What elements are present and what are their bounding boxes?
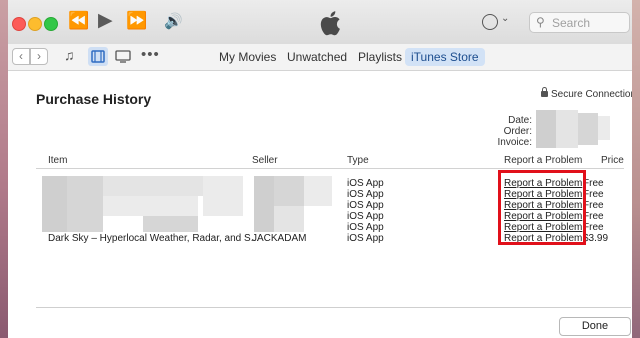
redacted-receipt-details xyxy=(536,110,556,148)
row-type: iOS App xyxy=(347,233,384,244)
search-placeholder: Search xyxy=(552,16,591,30)
row-seller-name: JACKADAM xyxy=(252,233,307,244)
volume-icon[interactable]: 🔊 xyxy=(164,12,183,30)
row-type: iOS App xyxy=(347,222,384,233)
desktop-background-right xyxy=(632,0,640,338)
fast-forward-icon[interactable]: ⏩ xyxy=(126,11,147,31)
row-price: Free xyxy=(583,189,604,200)
back-button[interactable]: ‹ xyxy=(12,48,30,65)
column-header-price: Price xyxy=(601,155,624,166)
redacted-item-names xyxy=(103,176,143,196)
redacted-receipt-details xyxy=(578,113,598,145)
music-icon[interactable]: ♫ xyxy=(64,47,75,63)
row-item-name[interactable]: Dark Sky – Hyperlocal Weather, Radar, an… xyxy=(48,233,259,244)
tab-unwatched[interactable]: Unwatched xyxy=(287,48,347,66)
column-header-seller: Seller xyxy=(252,155,278,166)
search-icon: ⚲ xyxy=(536,15,545,29)
row-price: $3.99 xyxy=(583,233,609,244)
column-header-type: Type xyxy=(347,155,369,166)
row-type: iOS App xyxy=(347,211,384,222)
redacted-seller-names xyxy=(304,176,332,206)
row-type: iOS App xyxy=(347,200,384,211)
forward-button[interactable]: › xyxy=(30,48,48,65)
row-type: iOS App xyxy=(347,178,384,189)
nav-bar: ‹ › ♫ ••• My Movies Unwatched Playlists … xyxy=(8,44,632,71)
header-divider xyxy=(36,168,624,169)
minimize-button[interactable] xyxy=(28,17,42,31)
date-label: Date: xyxy=(508,115,532,126)
row-price: Free xyxy=(583,178,604,189)
highlight-box xyxy=(498,170,586,245)
redacted-item-names xyxy=(143,176,203,196)
tab-playlists[interactable]: Playlists xyxy=(358,48,402,66)
account-icon[interactable] xyxy=(482,14,498,30)
tv-icon[interactable] xyxy=(115,50,131,63)
search-field[interactable]: ⚲ Search xyxy=(529,12,630,33)
redacted-item-names xyxy=(103,196,198,216)
row-price: Free xyxy=(583,211,604,222)
more-icon[interactable]: ••• xyxy=(141,46,160,63)
redacted-item-names xyxy=(67,176,103,232)
column-header-item: Item xyxy=(48,155,68,166)
redacted-receipt-details xyxy=(556,110,578,148)
play-icon[interactable]: ▶ xyxy=(98,9,113,32)
lock-icon xyxy=(541,87,548,97)
title-bar: ⏪ ▶ ⏩ 🔊 ⌄ ⚲ Search xyxy=(8,0,632,45)
redacted-item-names xyxy=(42,176,67,232)
redacted-item-names xyxy=(143,216,198,232)
redacted-receipt-details xyxy=(598,116,610,140)
done-button[interactable]: Done xyxy=(559,317,631,336)
itunes-window: ⏪ ▶ ⏩ 🔊 ⌄ ⚲ Search ‹ › ♫ ••• My Movies U xyxy=(8,0,632,338)
column-header-report: Report a Problem xyxy=(504,155,583,166)
chevron-down-icon[interactable]: ⌄ xyxy=(501,13,509,24)
row-price: Free xyxy=(583,200,604,211)
footer-divider xyxy=(36,307,631,308)
redacted-item-names xyxy=(203,176,243,216)
tab-my-movies[interactable]: My Movies xyxy=(219,48,276,66)
invoice-label: Invoice: xyxy=(497,137,532,148)
movies-icon xyxy=(91,50,105,63)
row-type: iOS App xyxy=(347,189,384,200)
tab-itunes-store[interactable]: iTunes Store xyxy=(405,48,485,66)
redacted-seller-names xyxy=(274,176,304,206)
zoom-button[interactable] xyxy=(44,17,58,31)
apple-logo-icon xyxy=(320,11,340,36)
secure-connection-text: Secure Connection xyxy=(551,89,632,100)
redacted-seller-names xyxy=(254,176,274,232)
close-button[interactable] xyxy=(12,17,26,31)
page-title: Purchase History xyxy=(36,91,152,107)
rewind-icon[interactable]: ⏪ xyxy=(68,11,89,31)
order-label: Order: xyxy=(503,126,532,137)
redacted-seller-names xyxy=(274,206,304,232)
row-price: Free xyxy=(583,222,604,233)
secure-connection-label: Secure Connection xyxy=(541,87,632,100)
desktop-background-left xyxy=(0,0,8,338)
